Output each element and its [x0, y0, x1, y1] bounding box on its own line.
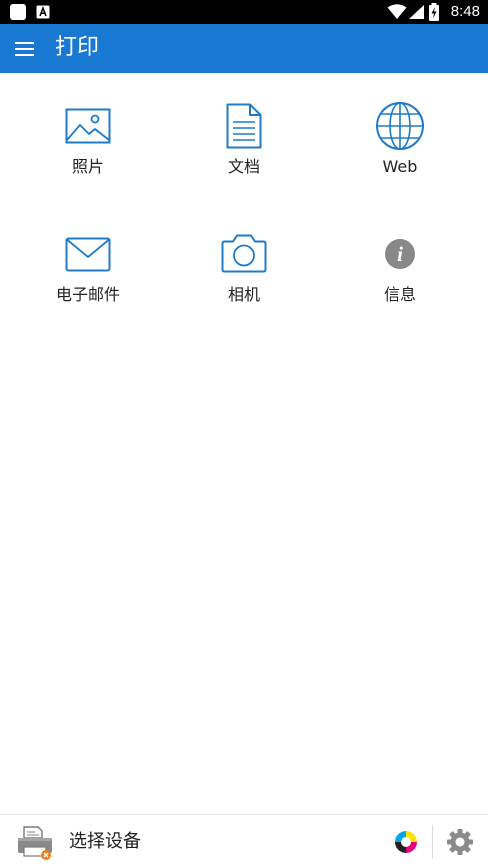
font-a-icon	[36, 5, 50, 19]
tile-info[interactable]: i 信息	[322, 228, 478, 348]
photo-icon	[65, 108, 111, 144]
menu-button[interactable]	[6, 29, 44, 67]
wifi-icon	[387, 4, 407, 19]
tile-document[interactable]: 文档	[166, 100, 322, 220]
printer-disconnected-icon	[18, 826, 52, 860]
camera-icon	[221, 234, 267, 273]
status-bar: 8:48	[0, 0, 488, 24]
tile-email[interactable]: 电子邮件	[10, 228, 166, 348]
ink-level-button[interactable]	[392, 828, 420, 856]
tile-label: 照片	[71, 157, 104, 176]
divider	[432, 825, 433, 859]
gear-icon	[447, 829, 473, 855]
bottom-bar: 选择设备	[0, 814, 488, 868]
battery-charging-icon	[429, 3, 439, 21]
page-title: 打印	[55, 35, 100, 60]
tile-label: 信息	[383, 285, 416, 304]
cell-signal-icon	[409, 5, 424, 19]
device-label: 选择设备	[69, 831, 141, 852]
select-device-button[interactable]: 选择设备	[0, 815, 380, 868]
document-icon	[226, 103, 262, 149]
ink-color-icon	[395, 831, 417, 853]
svg-text:i: i	[397, 242, 403, 266]
app-notification-icon	[10, 4, 26, 20]
tile-camera[interactable]: 相机	[166, 228, 322, 348]
info-icon: i	[385, 239, 415, 269]
app-bar: 打印	[0, 24, 488, 73]
globe-icon	[376, 102, 424, 150]
status-time: 8:48	[450, 3, 480, 20]
tile-web[interactable]: Web	[322, 100, 478, 220]
tile-label: 相机	[227, 285, 260, 304]
settings-button[interactable]	[445, 827, 475, 857]
tile-photo[interactable]: 照片	[10, 100, 166, 220]
tile-label: 电子邮件	[55, 285, 120, 304]
email-icon	[65, 237, 111, 272]
hamburger-menu-icon	[15, 42, 34, 56]
tile-label: 文档	[227, 157, 260, 176]
tile-label: Web	[382, 157, 418, 176]
